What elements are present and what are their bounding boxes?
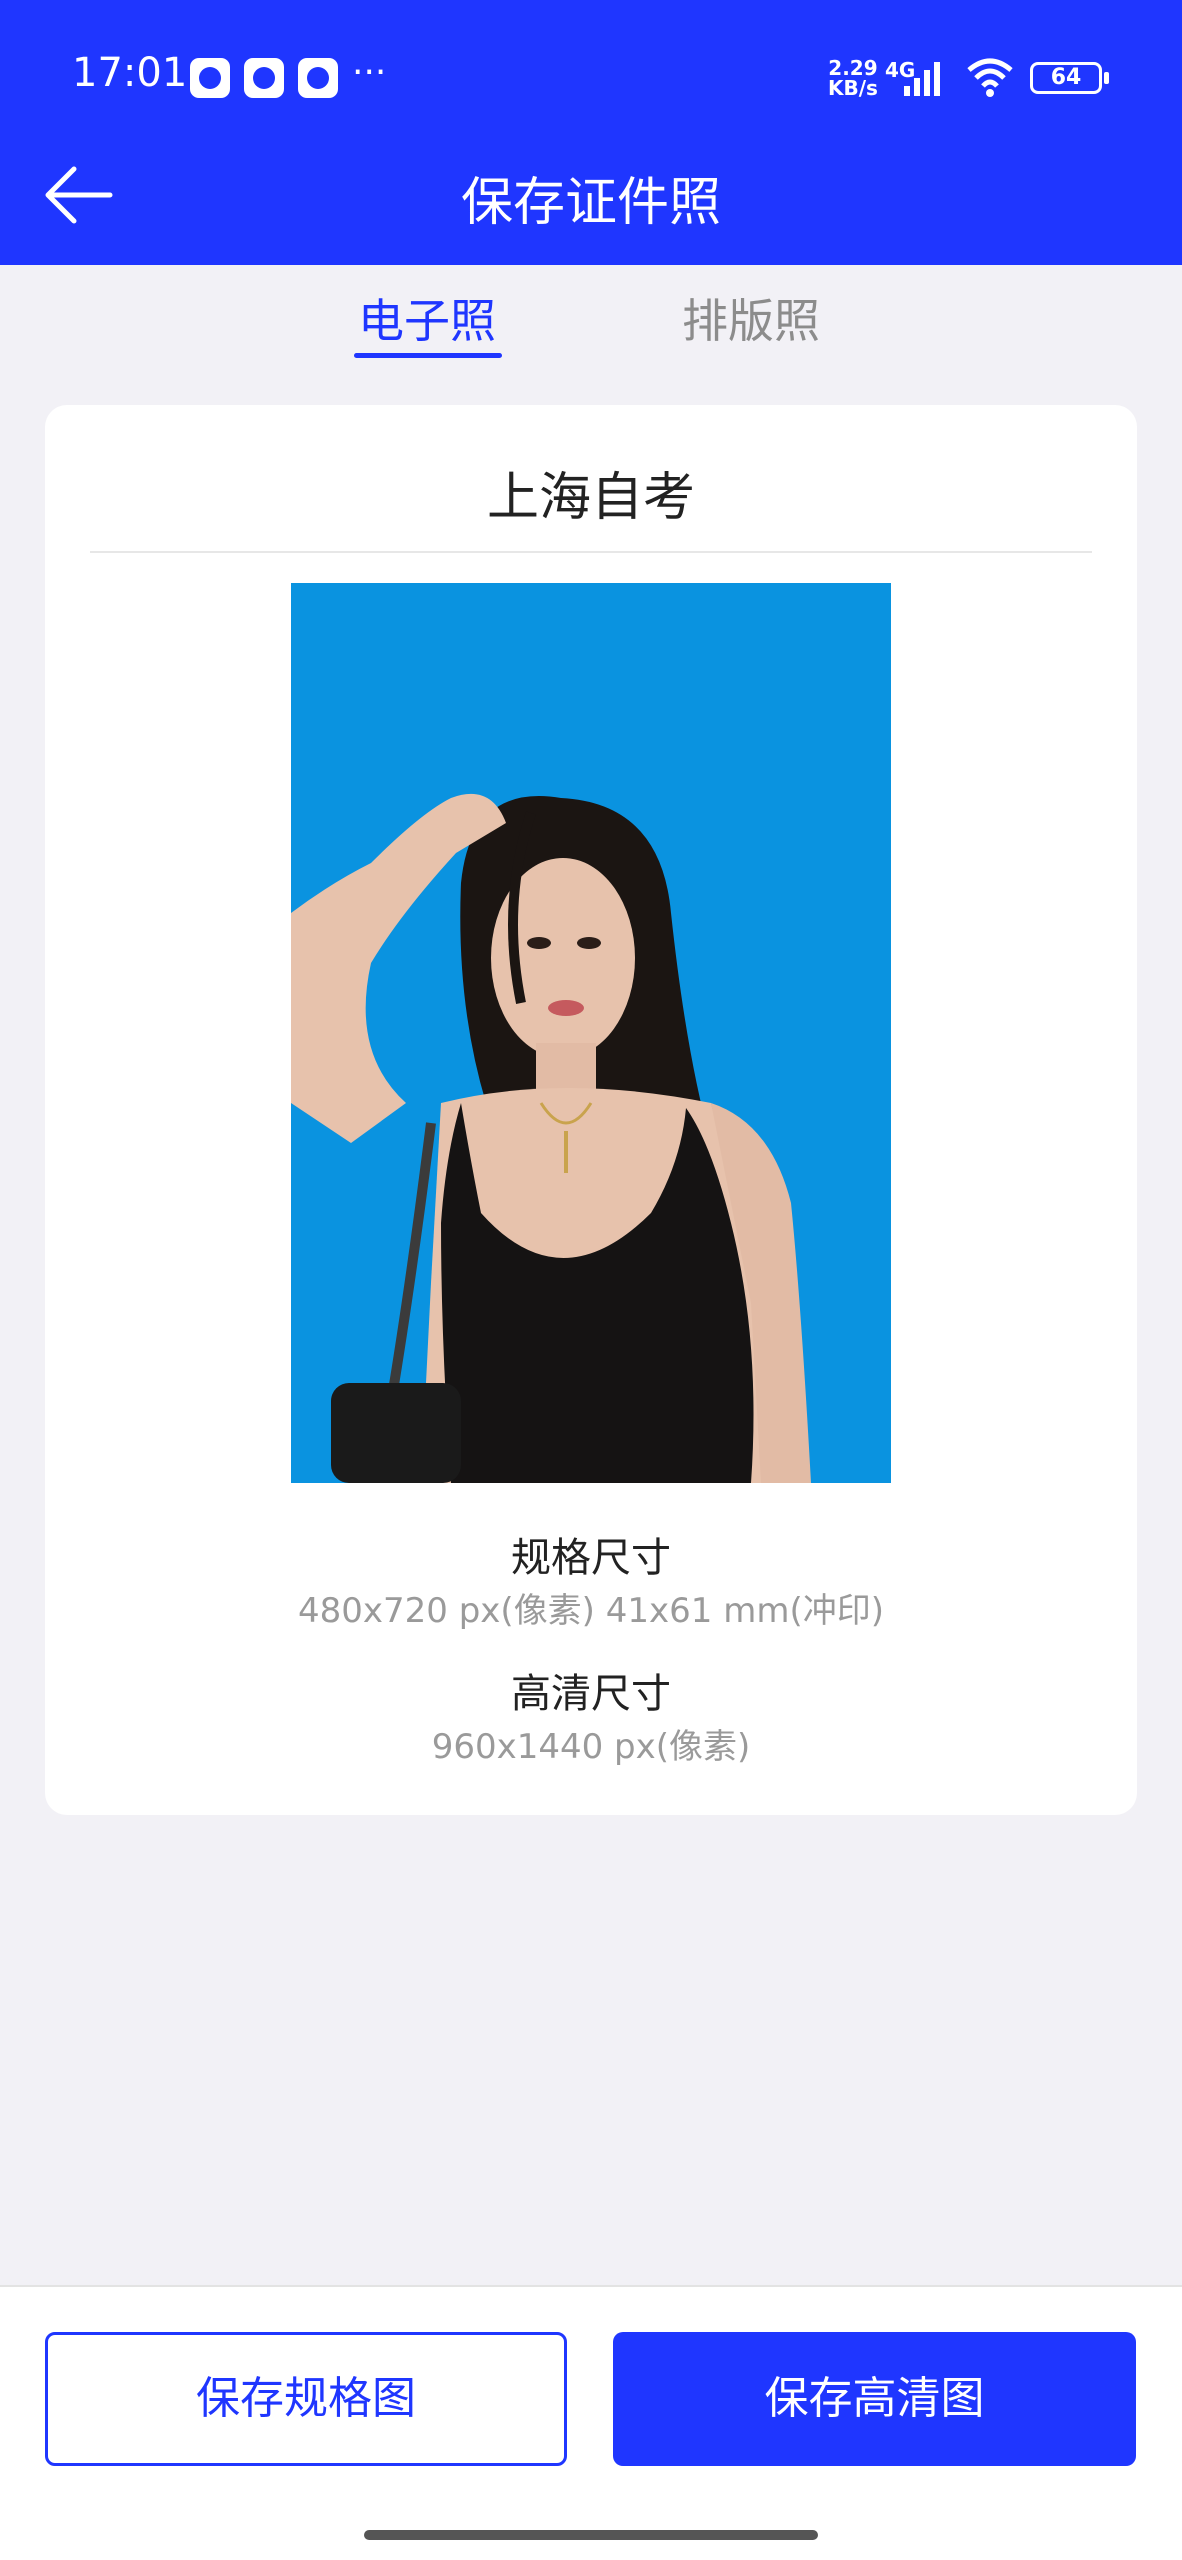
battery-indicator: 64 — [1030, 62, 1102, 94]
signal-icon — [904, 62, 940, 96]
save-hd-image-button[interactable]: 保存高清图 — [613, 2332, 1136, 2466]
save-spec-image-button[interactable]: 保存规格图 — [45, 2332, 567, 2466]
spec-size-label: 规格尺寸 — [511, 1535, 671, 1581]
notification-app-icon — [190, 58, 230, 98]
hd-size-value: 960x1440 px(像素) — [431, 1727, 751, 1767]
id-photo-image — [291, 583, 891, 1483]
wifi-icon — [967, 58, 1013, 97]
status-bar: 17:01 ··· 2.29 KB/s 4G 64 — [0, 0, 1182, 140]
app-header: 17:01 ··· 2.29 KB/s 4G 64 保存证件照 — [0, 0, 1182, 265]
hd-size-label: 高清尺寸 — [511, 1671, 671, 1717]
active-tab-indicator — [354, 353, 502, 358]
page-title: 保存证件照 — [460, 173, 721, 233]
photo-card: 上海自考 规格尺寸 480x720 px(像素) 41x61 mm(冲印) 高清… — [45, 405, 1137, 1815]
divider — [90, 551, 1092, 553]
network-speed-value: 2.29 — [828, 56, 878, 80]
photo-type-tabs: 电子照 排版照 — [0, 265, 1182, 365]
network-speed-unit: KB/s — [828, 76, 878, 100]
battery-tip — [1104, 72, 1109, 84]
spec-size-value: 480x720 px(像素) 41x61 mm(冲印) — [298, 1591, 884, 1631]
tab-layout-photo[interactable]: 排版照 — [682, 285, 820, 351]
notification-app-icon — [244, 58, 284, 98]
network-speed: 2.29 KB/s — [828, 58, 878, 98]
home-indicator[interactable] — [364, 2530, 818, 2540]
notification-app-icon — [298, 58, 338, 98]
status-time: 17:01 — [72, 50, 188, 96]
tab-electronic-photo[interactable]: 电子照 — [358, 285, 496, 351]
photo-spec-title: 上海自考 — [486, 468, 695, 528]
more-notifications-icon: ··· — [352, 52, 387, 93]
id-photo-preview — [291, 583, 891, 1483]
